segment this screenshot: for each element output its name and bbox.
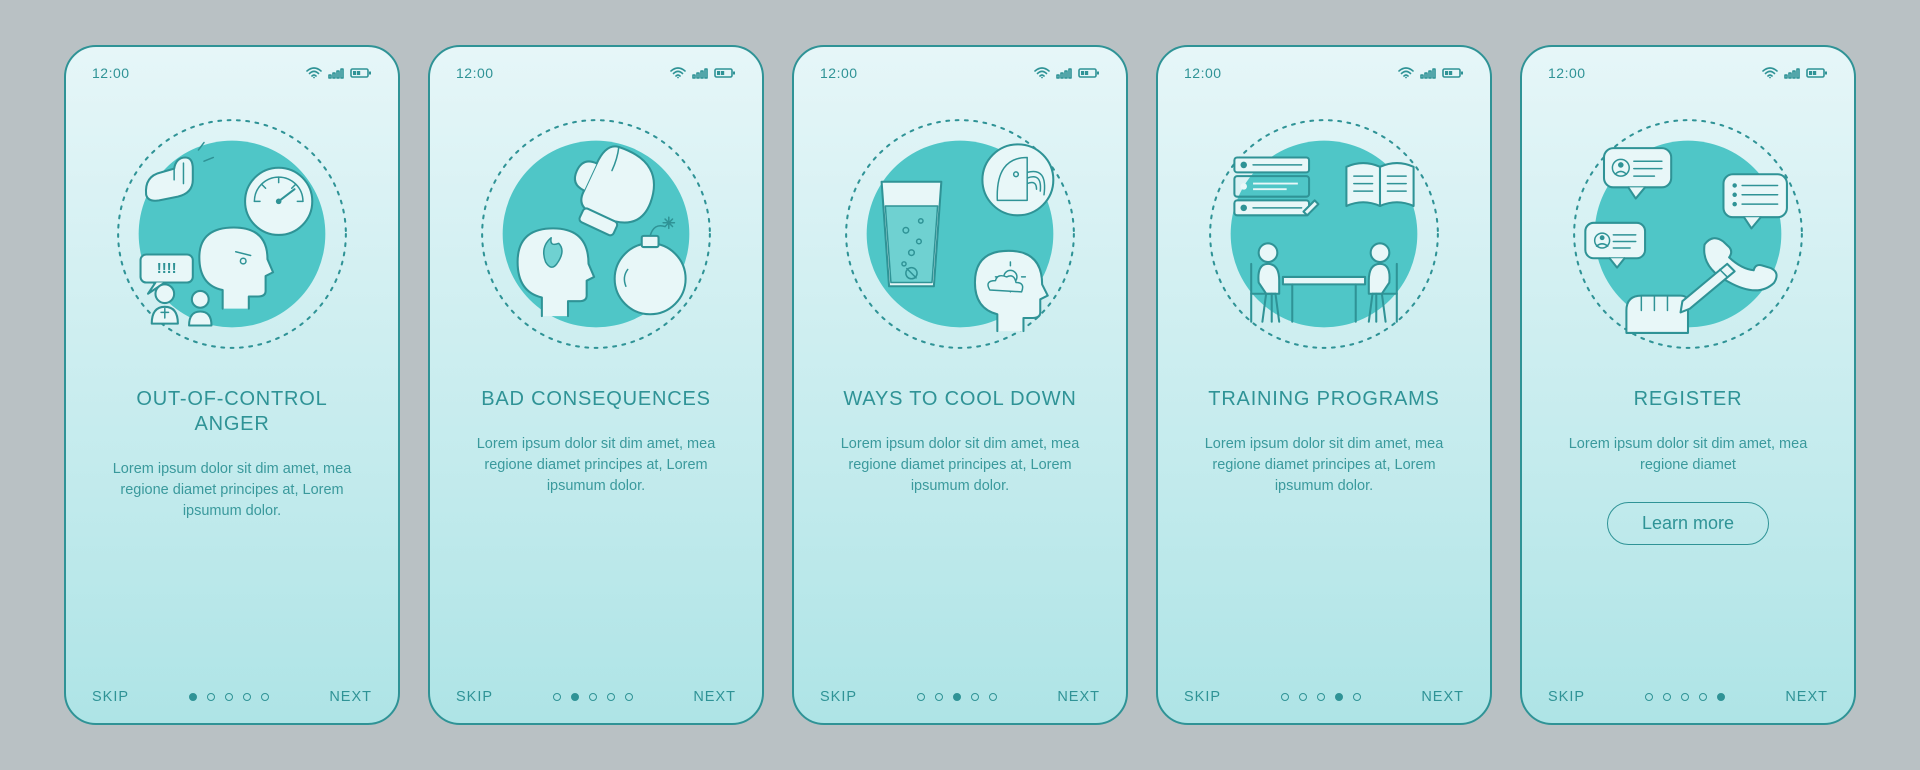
status-icons: [670, 67, 736, 79]
dot-4[interactable]: [1699, 693, 1707, 701]
dot-2[interactable]: [207, 693, 215, 701]
skip-button[interactable]: SKIP: [820, 689, 857, 705]
signal-icon: [1056, 67, 1072, 79]
dot-5[interactable]: [261, 693, 269, 701]
dot-5[interactable]: [989, 693, 997, 701]
screen-title: Out-of-control anger: [92, 387, 372, 437]
status-bar: 12:00: [1548, 65, 1828, 81]
learn-more-button[interactable]: Learn more: [1607, 502, 1769, 545]
battery-icon: [1078, 67, 1100, 79]
dot-2[interactable]: [935, 693, 943, 701]
status-time: 12:00: [1184, 65, 1222, 81]
illustration-register: [1548, 99, 1828, 369]
dot-1[interactable]: [1645, 693, 1653, 701]
dot-5[interactable]: [1353, 693, 1361, 701]
dot-3[interactable]: [953, 693, 961, 701]
dot-3[interactable]: [225, 693, 233, 701]
footer: SKIP NEXT: [456, 689, 736, 705]
signal-icon: [1420, 67, 1436, 79]
dot-1[interactable]: [1281, 693, 1289, 701]
next-button[interactable]: NEXT: [693, 689, 736, 705]
status-icons: [1762, 67, 1828, 79]
signal-icon: [328, 67, 344, 79]
dot-2[interactable]: [1299, 693, 1307, 701]
screen-body: Lorem ipsum dolor sit dim amet, mea regi…: [92, 459, 372, 522]
page-dots: [917, 693, 997, 701]
status-time: 12:00: [456, 65, 494, 81]
status-time: 12:00: [1548, 65, 1586, 81]
wifi-icon: [1762, 67, 1778, 79]
page-dots: [553, 693, 633, 701]
footer: SKIP NEXT: [92, 689, 372, 705]
onboarding-screens-row: 12:00: [64, 45, 1856, 725]
status-time: 12:00: [92, 65, 130, 81]
skip-button[interactable]: SKIP: [92, 689, 129, 705]
wifi-icon: [1398, 67, 1414, 79]
dot-5[interactable]: [625, 693, 633, 701]
dot-1[interactable]: [189, 693, 197, 701]
wifi-icon: [670, 67, 686, 79]
status-icons: [306, 67, 372, 79]
battery-icon: [1806, 67, 1828, 79]
page-dots: [189, 693, 269, 701]
dot-1[interactable]: [553, 693, 561, 701]
battery-icon: [714, 67, 736, 79]
screen-body: Lorem ipsum dolor sit dim amet, mea regi…: [820, 434, 1100, 497]
battery-icon: [1442, 67, 1464, 79]
status-time: 12:00: [820, 65, 858, 81]
footer: SKIP NEXT: [820, 689, 1100, 705]
screen-2: 12:00: [428, 45, 764, 725]
screen-body: Lorem ipsum dolor sit dim amet, mea regi…: [1548, 434, 1828, 476]
wifi-icon: [1034, 67, 1050, 79]
screen-title: Register: [1548, 387, 1828, 412]
screen-body: Lorem ipsum dolor sit dim amet, mea regi…: [456, 434, 736, 497]
status-icons: [1398, 67, 1464, 79]
dot-5[interactable]: [1717, 693, 1725, 701]
screen-4: 12:00: [1156, 45, 1492, 725]
status-bar: 12:00: [456, 65, 736, 81]
signal-icon: [692, 67, 708, 79]
dot-4[interactable]: [1335, 693, 1343, 701]
page-dots: [1281, 693, 1361, 701]
dot-4[interactable]: [607, 693, 615, 701]
next-button[interactable]: NEXT: [1421, 689, 1464, 705]
screen-1: 12:00: [64, 45, 400, 725]
dot-2[interactable]: [571, 693, 579, 701]
footer: SKIP NEXT: [1184, 689, 1464, 705]
screen-body: Lorem ipsum dolor sit dim amet, mea regi…: [1184, 434, 1464, 497]
dot-3[interactable]: [1681, 693, 1689, 701]
illustration-consequences: [456, 99, 736, 369]
dot-4[interactable]: [971, 693, 979, 701]
screen-title: Ways to cool down: [820, 387, 1100, 412]
illustration-anger: !!!!: [92, 99, 372, 369]
skip-button[interactable]: SKIP: [1184, 689, 1221, 705]
dot-4[interactable]: [243, 693, 251, 701]
wifi-icon: [306, 67, 322, 79]
battery-icon: [350, 67, 372, 79]
dot-3[interactable]: [1317, 693, 1325, 701]
dot-2[interactable]: [1663, 693, 1671, 701]
next-button[interactable]: NEXT: [1057, 689, 1100, 705]
screen-5: 12:00: [1520, 45, 1856, 725]
footer: SKIP NEXT: [1548, 689, 1828, 705]
screen-title: Training programs: [1184, 387, 1464, 412]
screen-title: Bad consequences: [456, 387, 736, 412]
dot-1[interactable]: [917, 693, 925, 701]
screen-3: 12:00: [792, 45, 1128, 725]
illustration-training: [1184, 99, 1464, 369]
dot-3[interactable]: [589, 693, 597, 701]
signal-icon: [1784, 67, 1800, 79]
next-button[interactable]: NEXT: [329, 689, 372, 705]
skip-button[interactable]: SKIP: [456, 689, 493, 705]
status-bar: 12:00: [1184, 65, 1464, 81]
status-bar: 12:00: [92, 65, 372, 81]
status-icons: [1034, 67, 1100, 79]
svg-text:!!!!: !!!!: [157, 260, 177, 277]
page-dots: [1645, 693, 1725, 701]
illustration-cooldown: [820, 99, 1100, 369]
next-button[interactable]: NEXT: [1785, 689, 1828, 705]
skip-button[interactable]: SKIP: [1548, 689, 1585, 705]
status-bar: 12:00: [820, 65, 1100, 81]
